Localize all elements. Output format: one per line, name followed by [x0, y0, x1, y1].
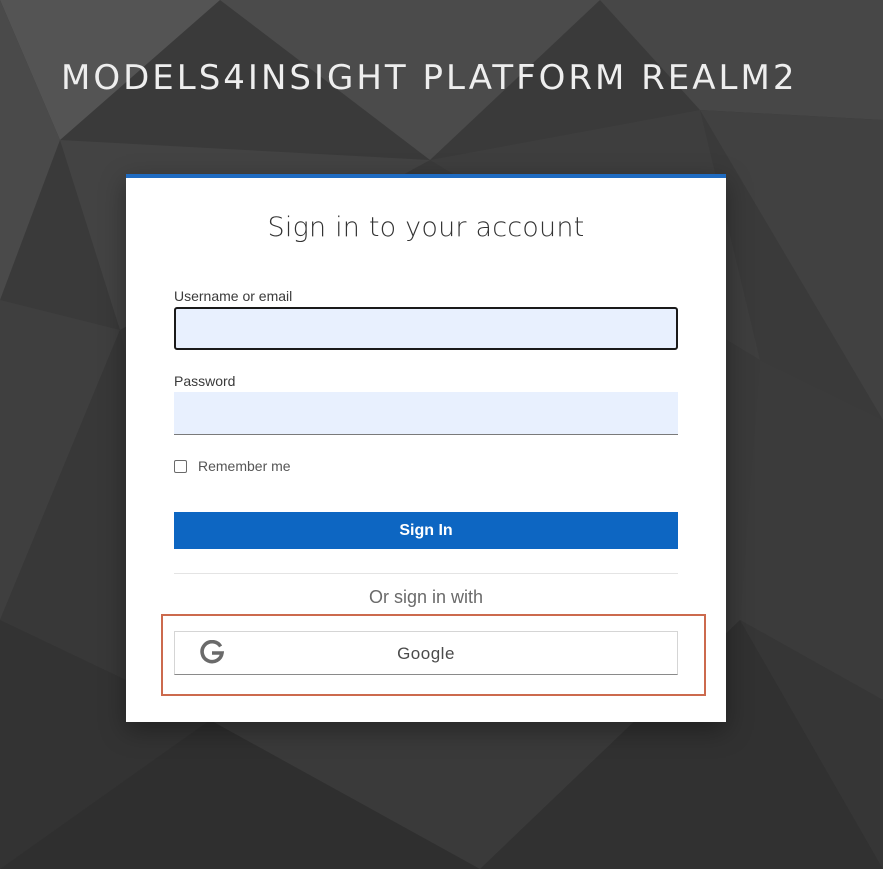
alt-signin-text: Or sign in with — [368, 587, 484, 607]
sign-in-button[interactable]: Sign In — [174, 512, 678, 549]
remember-me-label[interactable]: Remember me — [198, 458, 291, 474]
google-button-label: Google — [397, 644, 455, 663]
google-signin-button[interactable]: Google — [174, 631, 678, 675]
remember-me-row[interactable]: Remember me — [174, 458, 291, 474]
login-card: Sign in to your account Username or emai… — [126, 174, 726, 722]
divider — [174, 573, 678, 574]
username-label: Username or email — [174, 288, 293, 304]
password-input[interactable] — [174, 392, 678, 435]
remember-me-checkbox[interactable] — [174, 459, 187, 473]
username-input[interactable] — [174, 307, 678, 350]
realm-title: MODELS4INSIGHT PLATFORM REALM2 — [61, 58, 798, 98]
password-label: Password — [174, 373, 236, 389]
page-title: Sign in to your account — [267, 212, 585, 243]
